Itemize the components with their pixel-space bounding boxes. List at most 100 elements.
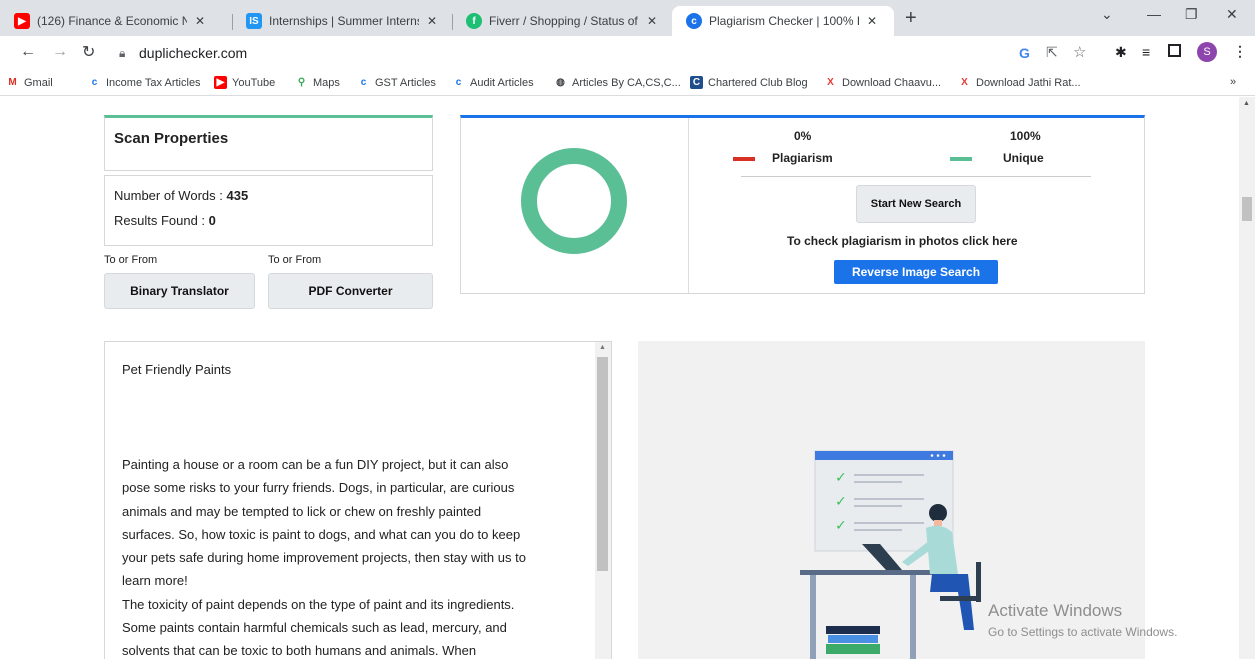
window-close-icon[interactable]: ✕ (1226, 6, 1238, 23)
bookmark-jathi[interactable]: X Download Jathi Rat... (958, 76, 1081, 89)
bookmark-star-icon[interactable]: ☆ (1073, 43, 1086, 61)
menu-icon[interactable]: ⋮ (1233, 43, 1247, 60)
chartered-club-icon: C (690, 76, 703, 89)
x-icon: X (827, 77, 834, 88)
page-scroll-thumb[interactable] (1242, 197, 1252, 221)
unique-donut-chart (521, 148, 627, 254)
bookmark-label: Download Jathi Rat... (976, 76, 1081, 89)
page-scrollbar[interactable]: ▲ (1239, 97, 1255, 659)
editor-line: solvents that can be toxic to both human… (122, 643, 477, 659)
maps-icon: ⚲ (297, 77, 306, 88)
extensions-icon[interactable]: ✱ (1115, 44, 1127, 61)
close-icon[interactable]: ✕ (195, 14, 205, 28)
pdf-converter-button[interactable]: PDF Converter (268, 273, 433, 309)
caclub-icon: c (455, 77, 462, 88)
page-scroll-up-icon[interactable]: ▲ (1243, 100, 1250, 107)
binary-translator-button[interactable]: Binary Translator (104, 273, 255, 309)
minimize-icon[interactable]: — (1147, 6, 1161, 22)
close-icon[interactable]: ✕ (647, 14, 657, 28)
reload-icon[interactable]: ↻ (82, 42, 95, 62)
words-count: Number of Words : 435 (114, 188, 248, 203)
profile-avatar[interactable]: S (1197, 42, 1217, 62)
caclub-icon: c (360, 77, 367, 88)
reverse-image-search-button[interactable]: Reverse Image Search (834, 260, 998, 284)
editor-line: animals and may be tempted to lick or ch… (122, 503, 482, 519)
tab-title: Plagiarism Checker | 100% Free a (709, 14, 859, 28)
editor-line: learn more! (122, 573, 188, 589)
bookmark-chartered-club[interactable]: C Chartered Club Blog (690, 76, 808, 89)
share-icon[interactable]: ⇱ (1046, 44, 1058, 61)
editor-line: your pets safe during home improvement p… (122, 550, 526, 566)
url-text[interactable]: duplichecker.com (139, 45, 247, 61)
editor-line: Some paints contain harmful chemicals su… (122, 620, 507, 636)
bookmark-income-tax[interactable]: c Income Tax Articles (88, 76, 201, 89)
bookmark-gst[interactable]: c GST Articles (357, 76, 436, 89)
result-divider (688, 118, 689, 293)
restore-icon[interactable]: ❐ (1185, 6, 1198, 23)
unique-legend-marker (950, 157, 972, 161)
gmail-icon: M (8, 77, 17, 88)
lock-icon[interactable]: 🔒︎ (119, 46, 125, 61)
legend-divider (741, 176, 1091, 177)
plagiarism-legend-marker (733, 157, 755, 161)
words-value: 435 (226, 188, 249, 203)
reading-list-icon[interactable]: ≡ (1142, 44, 1150, 60)
youtube-icon: ▶ (214, 76, 227, 89)
svg-text:✓: ✓ (835, 518, 847, 534)
results-value: 0 (208, 213, 216, 228)
close-icon[interactable]: ✕ (427, 14, 437, 28)
tab-title: (126) Finance & Economic News (37, 14, 187, 28)
tab-finance-news[interactable]: ▶ (126) Finance & Economic News ✕ (0, 6, 205, 36)
bookmark-audit[interactable]: c Audit Articles (452, 76, 534, 89)
scan-properties-title: Scan Properties (114, 130, 229, 147)
tab-internships[interactable]: IS Internships | Summer Internship ✕ (232, 6, 437, 36)
bookmark-articles-ca[interactable]: ◍ Articles By CA,CS,C... (554, 76, 681, 89)
tab-search-icon[interactable]: ⌄ (1101, 6, 1113, 23)
google-icon[interactable]: G (1019, 45, 1030, 61)
tab-fiverr[interactable]: f Fiverr / Shopping / Status of you ✕ (452, 6, 657, 36)
caclub-icon: c (91, 77, 98, 88)
bookmark-youtube[interactable]: ▶ YouTube (214, 76, 275, 89)
person-at-laptop-illustration: ✓ ✓ ✓ (800, 450, 981, 659)
tab-title: Fiverr / Shopping / Status of you (489, 14, 639, 28)
activate-windows-subtitle: Go to Settings to activate Windows. (988, 625, 1178, 639)
editor-line: The toxicity of paint depends on the typ… (122, 596, 515, 612)
donut-unique-arc (521, 148, 627, 254)
bookmark-gmail[interactable]: M Gmail (6, 76, 52, 89)
editor-scroll-thumb[interactable] (597, 357, 608, 571)
results-found: Results Found : 0 (114, 213, 216, 228)
more-bookmarks-icon[interactable]: » (1230, 76, 1236, 88)
bookmark-label: Articles By CA,CS,C... (572, 76, 681, 89)
forward-icon[interactable]: → (52, 43, 68, 61)
svg-text:✓: ✓ (835, 494, 847, 510)
editor-title: Pet Friendly Paints (122, 362, 232, 377)
close-icon[interactable]: ✕ (867, 14, 877, 28)
activate-windows-title: Activate Windows (988, 601, 1123, 620)
side-panel-icon[interactable] (1168, 44, 1181, 57)
tab-plagiarism-checker[interactable]: c Plagiarism Checker | 100% Free a ✕ (672, 6, 894, 36)
tab-strip: ▶ (126) Finance & Economic News ✕ IS Int… (0, 0, 1255, 36)
bookmark-label: YouTube (232, 76, 276, 89)
youtube-icon: ▶ (14, 13, 30, 29)
svg-text:✓: ✓ (835, 470, 847, 486)
globe-icon: ◍ (556, 77, 565, 88)
editor-line: pose some risks to your furry friends. D… (122, 480, 515, 496)
back-icon[interactable]: ← (20, 43, 36, 61)
tab-title: Internships | Summer Internship (269, 14, 419, 28)
scan-stats-card (104, 175, 433, 246)
bookmark-label: GST Articles (375, 76, 436, 89)
internshala-icon: IS (246, 13, 262, 29)
bookmark-chaavu[interactable]: X Download Chaavu... (824, 76, 941, 89)
bookmark-label: Income Tax Articles (106, 76, 201, 89)
scroll-up-icon[interactable]: ▲ (599, 344, 606, 351)
bookmark-maps[interactable]: ⚲ Maps (295, 76, 340, 89)
start-new-search-button[interactable]: Start New Search (856, 185, 976, 223)
address-bar[interactable] (106, 40, 1166, 66)
plagiarism-percent: 0% (794, 129, 812, 143)
new-tab-icon[interactable]: + (905, 7, 917, 30)
plagiarism-label: Plagiarism (772, 151, 833, 165)
bookmark-label: Download Chaavu... (842, 76, 942, 89)
bookmark-label: Maps (313, 76, 340, 89)
unique-label: Unique (1003, 151, 1044, 165)
fiverr-icon: f (466, 13, 482, 29)
